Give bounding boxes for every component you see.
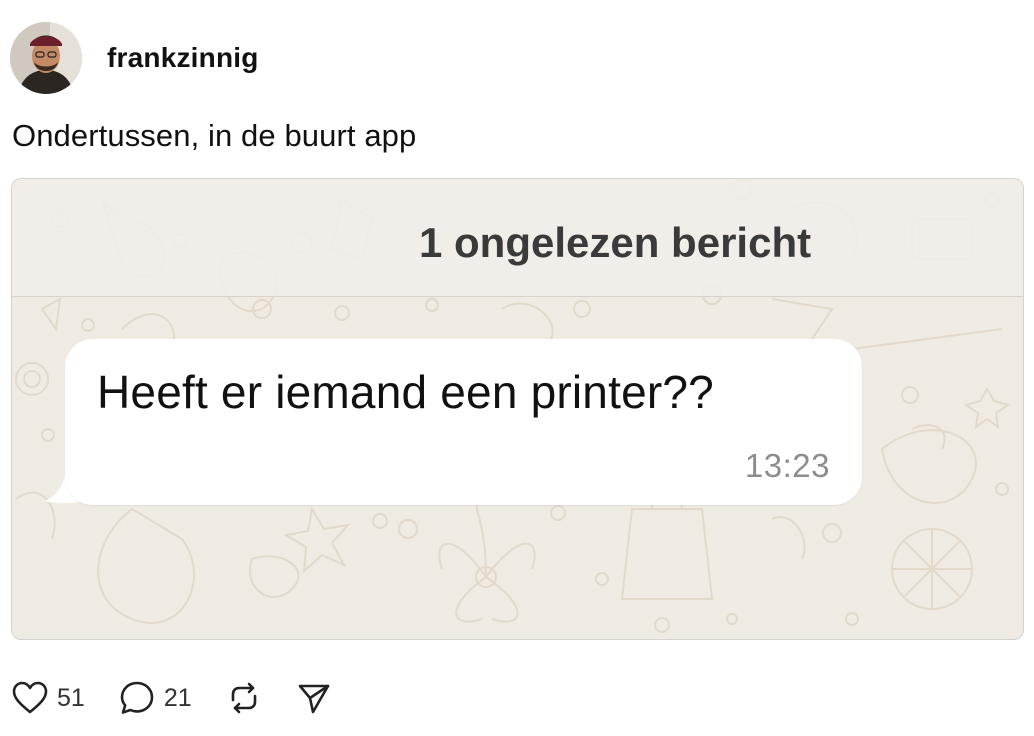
avatar[interactable] [10,22,82,94]
speech-bubble-icon [120,681,154,714]
like-count: 51 [57,683,85,712]
username[interactable]: frankzinnig [107,42,259,74]
unread-banner-label: 1 ongelezen bericht [419,219,812,266]
post-header: frankzinnig [10,22,259,94]
comment-count: 21 [163,683,192,712]
like-button[interactable]: 51 [12,681,85,715]
message-bubble[interactable]: Heeft er iemand een printer?? 13:23 [65,339,862,505]
post-image[interactable]: 1 ongelezen bericht Heeft er iemand een … [11,178,1024,640]
repost-icon [231,682,256,714]
share-button[interactable] [296,680,332,716]
repost-button[interactable] [226,680,262,716]
unread-messages-banner: 1 ongelezen bericht [12,179,1023,297]
comment-button[interactable]: 21 [119,680,192,716]
paper-plane-icon [298,684,329,714]
heart-icon [12,681,48,714]
message-text: Heeft er iemand een printer?? [97,366,714,418]
post-actions: 51 21 [12,678,366,718]
post-caption: Ondertussen, in de buurt app [12,118,417,153]
message-timestamp: 13:23 [744,447,830,484]
